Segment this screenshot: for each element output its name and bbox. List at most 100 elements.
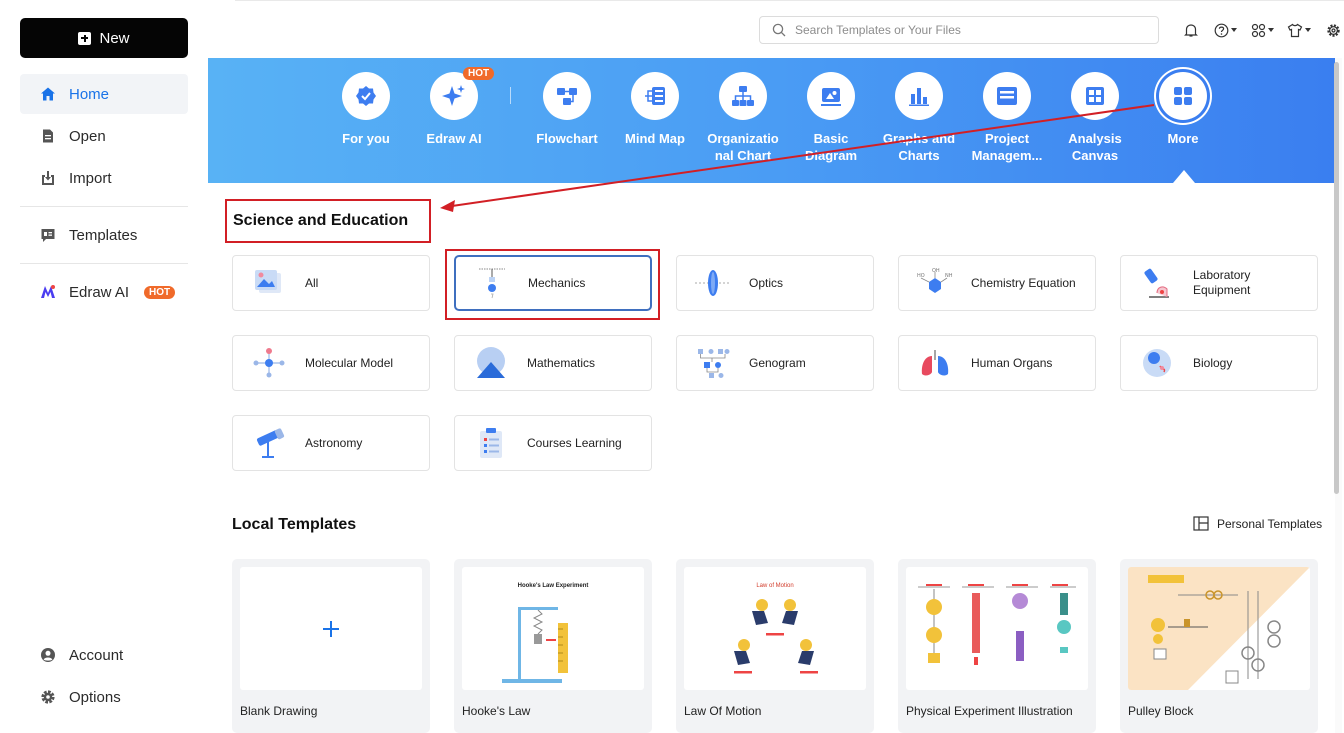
template-card-blank-drawing[interactable]: Blank Drawing xyxy=(232,559,430,733)
subcategory-biology[interactable]: Biology xyxy=(1120,335,1318,391)
category-for-you[interactable]: For you xyxy=(323,72,409,147)
category-label: Project Managem... xyxy=(971,131,1043,163)
category-organizational-chart[interactable]: Organizatio nal Chart xyxy=(700,72,786,164)
category-graphs-and-charts[interactable]: Graphs and Charts xyxy=(876,72,962,164)
subcategory-molecular-model[interactable]: Molecular Model xyxy=(232,335,430,391)
section-title: Science and Education xyxy=(225,199,431,243)
sidebar-divider xyxy=(20,206,188,207)
chemistry-molecule-icon: HO NH OH xyxy=(917,268,953,293)
sidebar-item-label: Options xyxy=(69,688,121,706)
chevron-down-icon xyxy=(1231,28,1237,32)
mind-map-icon xyxy=(645,87,665,105)
subcategory-laboratory-equipment[interactable]: Laboratory Equipment xyxy=(1120,255,1318,311)
subcategory-courses-learning[interactable]: Courses Learning xyxy=(454,415,652,471)
category-edraw-ai[interactable]: HOT Edraw AI xyxy=(411,67,497,147)
svg-text:HO: HO xyxy=(917,273,925,279)
bar-chart-icon xyxy=(909,88,929,106)
subcategory-human-organs[interactable]: Human Organs xyxy=(898,335,1096,391)
personal-templates-link[interactable]: Personal Templates xyxy=(1193,516,1322,531)
category-more[interactable]: More xyxy=(1140,72,1226,147)
sidebar-item-edraw-ai[interactable]: Edraw AI HOT xyxy=(20,272,188,312)
settings-icon xyxy=(1327,23,1340,37)
subcategory-chemistry-equation[interactable]: HO NH OH Chemistry Equation xyxy=(898,255,1096,311)
templates-icon xyxy=(41,229,55,242)
badge-check-icon xyxy=(356,86,376,106)
template-card-law-of-motion[interactable]: Law of Motion Law Of Motion xyxy=(676,559,874,733)
category-basic-diagram[interactable]: Basic Diagram xyxy=(788,72,874,164)
settings-button[interactable] xyxy=(1326,20,1341,40)
template-thumbnail xyxy=(906,567,1088,690)
bell-icon xyxy=(1184,23,1198,37)
molecular-model-icon xyxy=(253,348,285,378)
subcategory-optics[interactable]: Optics xyxy=(676,255,874,311)
sidebar-item-import[interactable]: Import xyxy=(20,158,188,198)
category-label: Analysis Canvas xyxy=(1068,131,1122,163)
category-project-management[interactable]: Project Managem... xyxy=(964,72,1050,164)
subcategory-label: Biology xyxy=(1193,355,1233,370)
category-analysis-canvas[interactable]: Analysis Canvas xyxy=(1052,72,1138,164)
microscope-icon xyxy=(1144,268,1169,298)
search-input[interactable] xyxy=(795,23,1135,37)
analysis-canvas-icon xyxy=(1086,87,1104,105)
template-card-physical-experiment[interactable]: Physical Experiment Illustration xyxy=(898,559,1096,733)
sidebar-item-account[interactable]: Account xyxy=(20,635,188,675)
sidebar-item-label: Open xyxy=(69,127,106,145)
subcategory-label: Human Organs xyxy=(971,355,1053,370)
hot-badge: HOT xyxy=(144,285,176,299)
all-images-icon xyxy=(255,270,281,293)
template-name: Hooke's Law xyxy=(462,704,531,718)
mathematics-shapes-icon xyxy=(477,347,505,378)
sidebar-divider xyxy=(20,263,188,264)
svg-text:OH: OH xyxy=(932,268,940,274)
flowchart-icon xyxy=(557,88,577,105)
apps-button[interactable] xyxy=(1251,20,1274,40)
sidebar-item-options[interactable]: Options xyxy=(20,677,188,717)
category-mind-map[interactable]: Mind Map xyxy=(612,72,698,147)
sparkle-icon xyxy=(442,85,465,106)
scrollbar-thumb[interactable] xyxy=(1334,62,1339,494)
subcategory-mathematics[interactable]: Mathematics xyxy=(454,335,652,391)
subcategory-genogram[interactable]: Genogram xyxy=(676,335,874,391)
template-name: Pulley Block xyxy=(1128,704,1194,718)
search-box[interactable] xyxy=(759,16,1159,44)
help-icon xyxy=(1214,23,1229,37)
highlight-box xyxy=(445,249,660,320)
subcategory-all[interactable]: All xyxy=(232,255,430,311)
subcategory-label: Molecular Model xyxy=(305,355,394,370)
category-label: More xyxy=(1167,131,1199,146)
layout-panel-icon xyxy=(1193,516,1209,531)
plus-icon xyxy=(78,31,92,45)
svg-text:NH: NH xyxy=(945,273,953,279)
new-button[interactable]: New xyxy=(20,18,188,58)
category-banner: For you HOT Edraw AI Flowchart Mind Map … xyxy=(208,58,1342,183)
sidebar-item-label: Account xyxy=(69,646,124,664)
optics-lens-icon xyxy=(695,270,731,296)
template-card-pulley-block[interactable]: Pulley Block xyxy=(1120,559,1318,733)
physical-experiment-illustration xyxy=(918,584,1076,665)
notification-button[interactable] xyxy=(1184,20,1198,40)
help-button[interactable] xyxy=(1214,20,1237,40)
sidebar-item-label: Import xyxy=(69,169,112,187)
category-label: Flowchart xyxy=(536,131,598,146)
sidebar-item-templates[interactable]: Templates xyxy=(20,215,188,255)
open-file-icon xyxy=(43,129,53,143)
telescope-icon xyxy=(256,428,285,458)
template-thumbnail: Hooke's Law Experiment xyxy=(462,567,644,690)
genogram-icon xyxy=(698,349,730,378)
category-label: Organizatio nal Chart xyxy=(707,131,779,163)
personal-templates-label: Personal Templates xyxy=(1217,516,1323,531)
template-card-hookes-law[interactable]: Hooke's Law Experiment Hooke's Law xyxy=(454,559,652,733)
apps-grid-icon xyxy=(1251,23,1266,37)
sidebar-item-home[interactable]: Home xyxy=(20,74,188,114)
import-icon xyxy=(42,171,54,185)
sidebar-item-open[interactable]: Open xyxy=(20,116,188,156)
biology-cell-icon xyxy=(1143,349,1171,377)
subcategory-label: Genogram xyxy=(749,355,806,370)
category-label: Basic Diagram xyxy=(804,131,858,163)
template-name: Physical Experiment Illustration xyxy=(906,704,1073,718)
template-thumbnail: Law of Motion xyxy=(684,567,866,690)
theme-button[interactable] xyxy=(1287,20,1311,40)
subcategory-astronomy[interactable]: Astronomy xyxy=(232,415,430,471)
category-flowchart[interactable]: Flowchart xyxy=(524,72,610,147)
chevron-down-icon xyxy=(1305,28,1311,32)
